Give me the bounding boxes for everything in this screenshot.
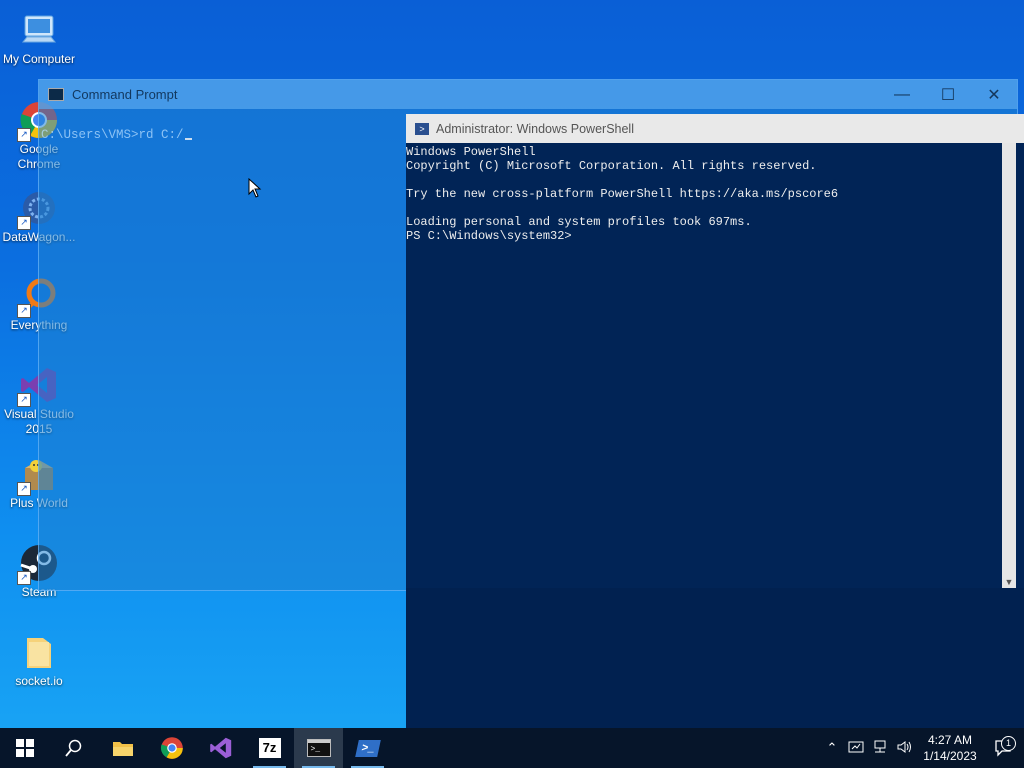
shortcut-arrow-icon: ↗ [17,304,31,318]
console-line: PS C:\Windows\system32> [406,229,572,243]
desktop: My Computer ↗ Google Chrome ↗ DataWagon.… [0,0,1024,728]
system-tray: ⌃ 4:27 AM 1/14/2023 1 [820,728,1024,768]
clock[interactable]: 4:27 AM 1/14/2023 [916,732,984,764]
search-icon [64,739,81,757]
powershell-icon: >_ [354,739,381,757]
taskbar-powershell[interactable]: >_ [343,728,392,768]
console-line: Loading personal and system profiles too… [406,215,752,229]
search-button[interactable] [49,728,98,768]
notification-center-button[interactable]: 1 [984,736,1024,757]
clock-time: 4:27 AM [927,733,973,747]
show-hidden-icons-chevron-icon[interactable]: ⌃ [820,740,844,756]
console-line: Copyright (C) Microsoft Corporation. All… [406,159,817,173]
taskbar-command-prompt[interactable]: >_ [294,728,343,768]
7zip-icon: 7z [258,738,281,758]
shortcut-arrow-icon: ↗ [17,393,31,407]
visual-studio-icon [209,737,231,759]
folder-icon [19,632,59,672]
cmd-icon: >_ [306,739,331,757]
desktop-icon-socket-io[interactable]: socket.io [0,624,78,689]
cmd-icon [48,88,64,101]
shortcut-arrow-icon: ↗ [17,128,31,142]
shortcut-arrow-icon: ↗ [17,482,31,496]
window-title: Command Prompt [72,87,178,102]
title-bar[interactable]: > Administrator: Windows PowerShell [406,114,1024,143]
shortcut-arrow-icon: ↗ [17,571,31,585]
minimize-button[interactable]: — [879,80,925,109]
desktop-icon-label: My Computer [2,52,76,66]
windows-start-icon [15,739,34,757]
scroll-down-icon[interactable]: ▼ [1002,577,1016,587]
taskbar-chrome[interactable] [147,728,196,768]
desktop-icon-my-computer[interactable]: My Computer [0,2,78,67]
file-explorer-icon [112,742,133,756]
vertical-scrollbar[interactable]: ▼ [1002,143,1016,589]
title-bar[interactable]: Command Prompt — ☐ ✕ [39,80,1017,109]
network-activity-icon[interactable] [844,740,868,757]
taskbar-visual-studio[interactable] [196,728,245,768]
shortcut-arrow-icon: ↗ [17,216,31,230]
powershell-icon: > [415,122,429,135]
mouse-cursor-icon [248,178,262,198]
taskbar: 7z >_ >_ ⌃ 4:27 AM 1/14/2023 1 [0,728,1024,768]
network-icon[interactable] [868,740,892,757]
computer-icon [19,10,59,50]
console-output[interactable]: Windows PowerShell Copyright (C) Microsof… [406,144,1002,243]
taskbar-7zip[interactable]: 7z [245,728,294,768]
prompt-line: C:\Users\VMS>rd C:/ [41,128,184,142]
taskbar-file-explorer[interactable] [98,728,147,768]
close-button[interactable]: ✕ [971,80,1017,109]
console-background [406,588,1024,728]
clock-date: 1/14/2023 [923,749,977,763]
7zip-label: 7z [262,740,277,755]
console-line: Windows PowerShell [406,145,536,159]
chrome-icon [160,737,183,759]
powershell-window[interactable]: > Administrator: Windows PowerShell Wind… [406,114,1024,728]
window-title: Administrator: Windows PowerShell [436,121,634,136]
text-caret [184,138,192,140]
notification-badge: 1 [1001,736,1016,751]
start-button[interactable] [0,728,49,768]
desktop-icon-label: socket.io [15,674,63,688]
maximize-button[interactable]: ☐ [925,80,971,109]
console-line: Try the new cross-platform PowerShell ht… [406,187,839,201]
volume-icon[interactable] [892,740,916,757]
